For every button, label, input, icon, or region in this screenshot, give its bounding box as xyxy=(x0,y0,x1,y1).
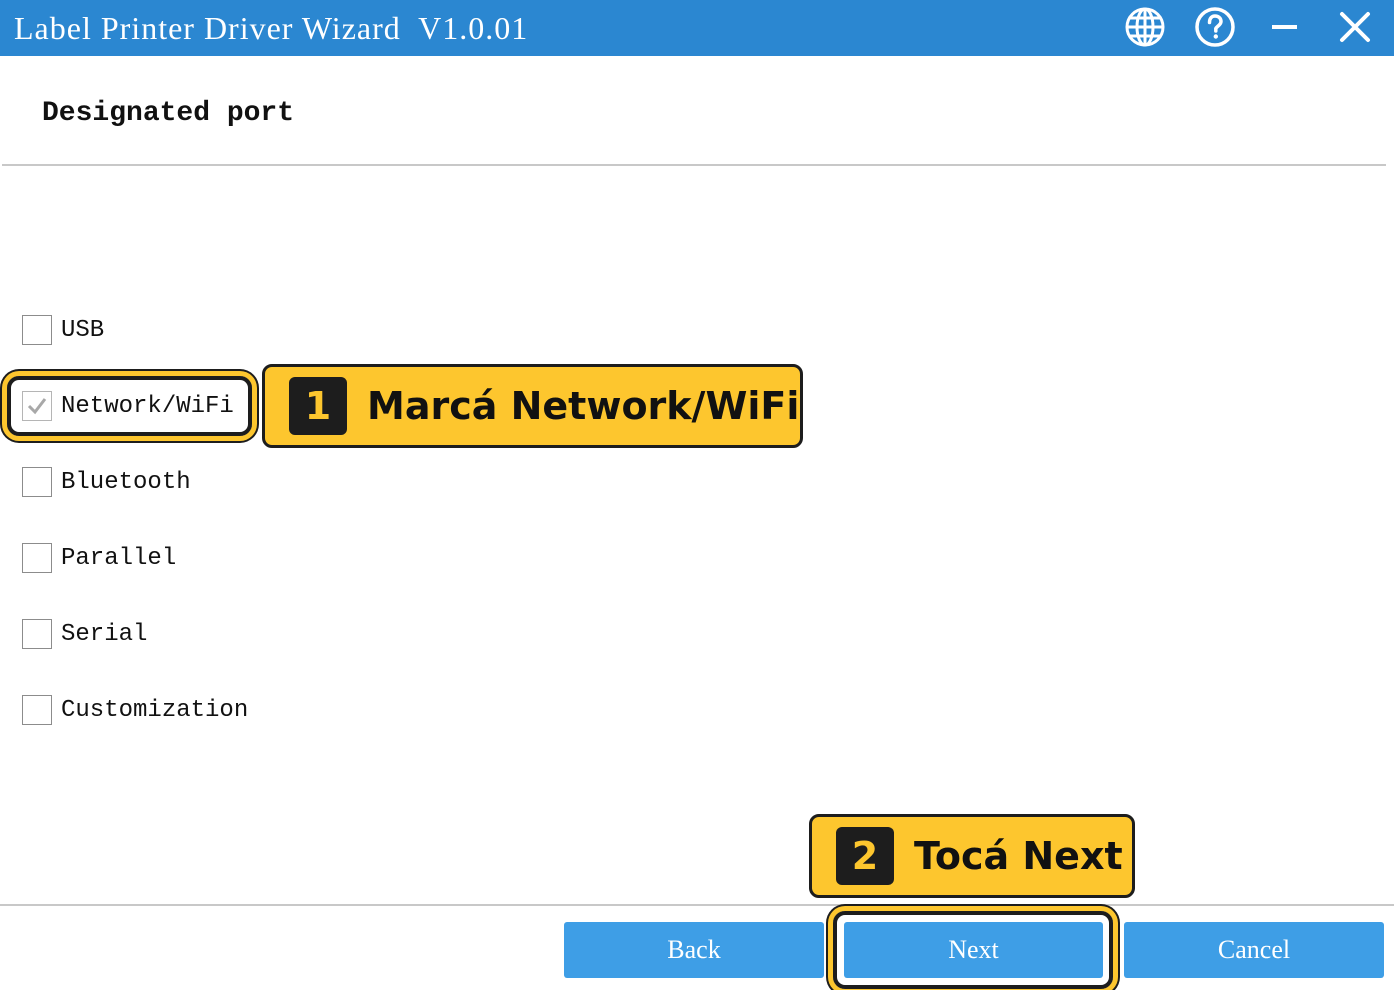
bluetooth-label: Bluetooth xyxy=(61,468,191,496)
usb-label: USB xyxy=(61,316,105,344)
step-1-badge: 1 xyxy=(289,377,347,435)
header-divider xyxy=(2,164,1386,166)
help-icon[interactable] xyxy=(1193,5,1237,49)
usb-checkbox[interactable] xyxy=(22,315,52,345)
callout-step-2: 2 Tocá Next xyxy=(809,814,1135,898)
serial-label: Serial xyxy=(61,620,148,648)
serial-checkbox[interactable] xyxy=(22,619,52,649)
step-2-badge: 2 xyxy=(836,827,894,885)
callout-2-text: Tocá Next xyxy=(914,834,1123,878)
customization-label: Customization xyxy=(61,696,249,724)
port-option-bluetooth[interactable]: Bluetooth xyxy=(22,466,191,498)
footer-divider xyxy=(0,904,1394,906)
page-title: Designated port xyxy=(42,98,295,129)
globe-icon[interactable] xyxy=(1123,5,1167,49)
port-option-customization[interactable]: Customization xyxy=(22,694,248,726)
port-option-network-wifi[interactable]: Network/WiFi xyxy=(22,390,234,422)
callout-step-1: 1 Marcá Network/WiFi xyxy=(262,364,803,448)
next-button[interactable]: Next xyxy=(844,922,1103,978)
title-bar: Label Printer Driver Wizard V1.0.01 xyxy=(0,0,1394,56)
bluetooth-checkbox[interactable] xyxy=(22,467,52,497)
network-wifi-label: Network/WiFi xyxy=(61,392,234,420)
window-title: Label Printer Driver Wizard V1.0.01 xyxy=(14,10,529,46)
callout-1-text: Marcá Network/WiFi xyxy=(367,384,800,428)
port-option-parallel[interactable]: Parallel xyxy=(22,542,176,574)
cancel-button[interactable]: Cancel xyxy=(1124,922,1384,978)
port-option-usb[interactable]: USB xyxy=(22,314,104,346)
port-option-serial[interactable]: Serial xyxy=(22,618,147,650)
network-wifi-checkbox[interactable] xyxy=(22,391,52,421)
customization-checkbox[interactable] xyxy=(22,695,52,725)
parallel-label: Parallel xyxy=(61,544,177,572)
minimize-icon[interactable] xyxy=(1262,5,1306,49)
checkmark-icon xyxy=(27,398,47,415)
back-button[interactable]: Back xyxy=(564,922,824,978)
parallel-checkbox[interactable] xyxy=(22,543,52,573)
close-icon[interactable] xyxy=(1333,5,1377,49)
